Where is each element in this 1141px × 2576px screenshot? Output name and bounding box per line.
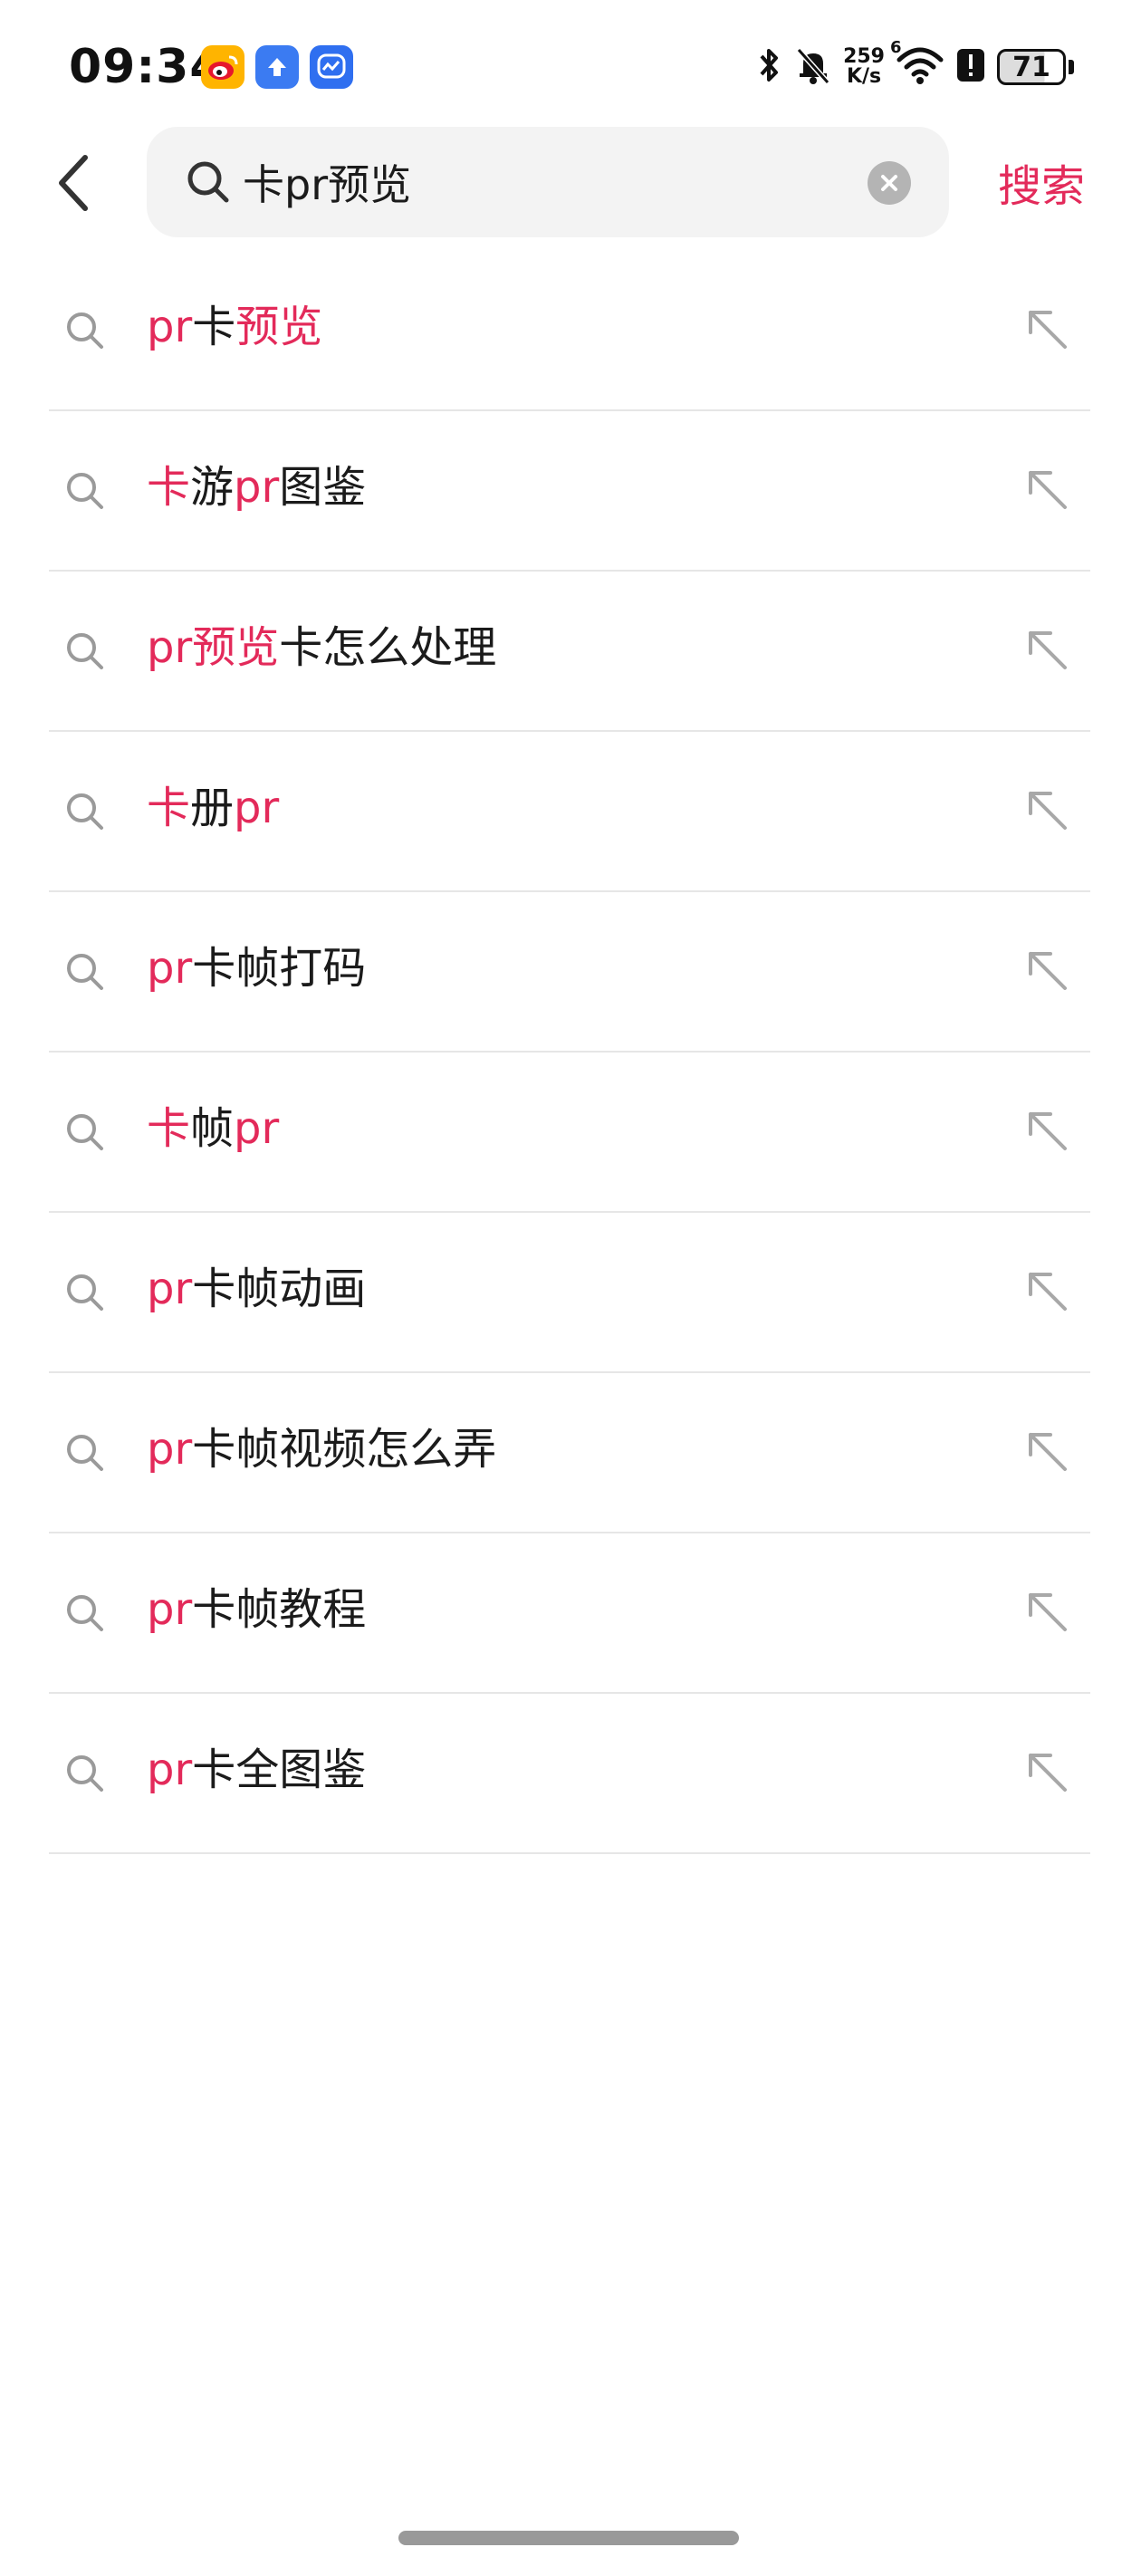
search-submit-button[interactable]: 搜索 bbox=[998, 150, 1085, 214]
search-box[interactable] bbox=[147, 127, 949, 237]
bluetooth-icon bbox=[756, 45, 783, 89]
chat-icon bbox=[310, 45, 353, 89]
suggestion-text-highlight: pr bbox=[147, 1745, 193, 1795]
clear-icon bbox=[881, 175, 897, 191]
fill-arrow-icon[interactable] bbox=[1023, 947, 1072, 995]
suggestion-text: 卡册pr bbox=[147, 781, 279, 835]
suggestion-item[interactable]: 卡游pr图鉴 bbox=[49, 409, 1090, 572]
search-icon bbox=[63, 1431, 107, 1478]
search-icon bbox=[63, 630, 107, 677]
search-icon bbox=[63, 309, 107, 356]
system-status-icons: 259 K/s 6 71 bbox=[756, 38, 1074, 89]
suggestion-text-highlight: pr bbox=[147, 1584, 193, 1635]
suggestion-item[interactable]: pr卡帧打码 bbox=[49, 890, 1090, 1053]
suggestion-item[interactable]: 卡帧pr bbox=[49, 1051, 1090, 1213]
weibo-icon bbox=[201, 45, 244, 89]
suggestion-text: 卡游pr图鉴 bbox=[147, 460, 366, 514]
battery-icon: 71 bbox=[997, 49, 1074, 85]
status-bar: 09:34 259 K/s 6 71 bbox=[0, 0, 1141, 136]
suggestion-text-highlight: 卡 bbox=[147, 783, 191, 833]
suggestion-text-highlight: pr bbox=[234, 783, 280, 833]
suggestion-text: pr卡帧打码 bbox=[147, 941, 366, 995]
suggestion-text: pr卡帧教程 bbox=[147, 1582, 366, 1637]
suggestion-item[interactable]: pr卡帧动画 bbox=[49, 1211, 1090, 1373]
search-icon bbox=[63, 1271, 107, 1318]
fill-arrow-icon[interactable] bbox=[1023, 1588, 1072, 1637]
search-icon bbox=[63, 1591, 107, 1639]
suggestion-text-highlight: 卡 bbox=[147, 462, 191, 513]
suggestion-item[interactable]: pr卡帧教程 bbox=[49, 1532, 1090, 1694]
suggestion-text: pr卡帧动画 bbox=[147, 1262, 366, 1316]
search-icon bbox=[63, 790, 107, 837]
suggestion-text-segment: 卡怎么处理 bbox=[279, 622, 497, 673]
fill-arrow-icon[interactable] bbox=[1023, 626, 1072, 675]
suggestion-text-segment: 卡 bbox=[192, 302, 236, 352]
fill-arrow-icon[interactable] bbox=[1023, 786, 1072, 835]
notification-icons bbox=[201, 45, 353, 89]
suggestion-text-segment: 游 bbox=[190, 462, 235, 513]
suggestion-text-highlight: pr bbox=[234, 462, 280, 513]
fill-arrow-icon[interactable] bbox=[1023, 305, 1072, 354]
clear-button[interactable] bbox=[868, 161, 911, 205]
search-icon bbox=[63, 1752, 107, 1799]
search-icon bbox=[63, 950, 107, 997]
fill-arrow-icon[interactable] bbox=[1023, 1107, 1072, 1156]
search-icon bbox=[63, 1110, 107, 1158]
suggestion-text-segment: 图鉴 bbox=[279, 462, 367, 513]
suggestion-text-highlight: pr bbox=[147, 943, 193, 994]
wifi-indicator: 6 bbox=[890, 38, 944, 89]
back-arrow-icon bbox=[59, 155, 88, 211]
wifi-icon bbox=[896, 47, 944, 89]
suggestion-text-highlight: pr预览 bbox=[147, 622, 280, 673]
suggestion-text: 卡帧pr bbox=[147, 1101, 279, 1156]
battery-tip bbox=[1069, 60, 1074, 74]
network-speed-unit: K/s bbox=[846, 65, 882, 88]
suggestion-text-segment: 卡全图鉴 bbox=[192, 1745, 367, 1795]
suggestion-text-segment: 卡帧动画 bbox=[192, 1264, 367, 1314]
fill-arrow-icon[interactable] bbox=[1023, 1267, 1072, 1316]
suggestion-text-segment: 帧 bbox=[190, 1103, 235, 1154]
suggestion-text: pr卡全图鉴 bbox=[147, 1743, 366, 1797]
suggestion-item[interactable]: pr卡预览 bbox=[49, 249, 1090, 411]
back-button[interactable] bbox=[45, 149, 100, 217]
home-indicator[interactable] bbox=[398, 2531, 739, 2545]
suggestion-text: pr卡预览 bbox=[147, 300, 322, 354]
suggestion-text-highlight: pr bbox=[147, 302, 193, 352]
suggestion-item[interactable]: pr预览卡怎么处理 bbox=[49, 570, 1090, 732]
suggestion-text: pr预览卡怎么处理 bbox=[147, 620, 496, 675]
suggestion-text-segment: 卡帧教程 bbox=[192, 1584, 367, 1635]
suggestion-item[interactable]: pr卡帧视频怎么弄 bbox=[49, 1371, 1090, 1533]
alert-icon bbox=[955, 45, 986, 89]
suggestion-text-highlight: pr bbox=[147, 1424, 193, 1475]
battery-level: 71 bbox=[997, 49, 1066, 85]
fill-arrow-icon[interactable] bbox=[1023, 1427, 1072, 1476]
suggestion-text-highlight: pr bbox=[234, 1103, 280, 1154]
suggestion-text-segment: 卡帧打码 bbox=[192, 943, 367, 994]
wifi-generation: 6 bbox=[890, 38, 902, 57]
suggestion-item[interactable]: pr卡全图鉴 bbox=[49, 1692, 1090, 1854]
suggestion-text: pr卡帧视频怎么弄 bbox=[147, 1422, 496, 1476]
search-icon bbox=[183, 157, 234, 211]
suggestion-text-segment: 册 bbox=[190, 783, 235, 833]
suggestion-text-highlight: pr bbox=[147, 1264, 193, 1314]
suggestion-item[interactable]: 卡册pr bbox=[49, 730, 1090, 892]
mute-bell-icon bbox=[794, 45, 832, 89]
fill-arrow-icon[interactable] bbox=[1023, 466, 1072, 514]
status-time: 09:34 bbox=[69, 40, 224, 94]
search-icon bbox=[63, 469, 107, 516]
suggestion-text-highlight: 预览 bbox=[235, 302, 323, 352]
network-speed-value: 259 bbox=[843, 45, 885, 68]
suggestion-text-highlight: 卡 bbox=[147, 1103, 191, 1154]
search-input[interactable] bbox=[243, 147, 822, 217]
network-speed: 259 K/s bbox=[843, 47, 885, 87]
fill-arrow-icon[interactable] bbox=[1023, 1748, 1072, 1797]
search-header: 搜索 bbox=[0, 127, 1141, 237]
upload-icon bbox=[255, 45, 299, 89]
suggestion-text-segment: 卡帧视频怎么弄 bbox=[192, 1424, 497, 1475]
